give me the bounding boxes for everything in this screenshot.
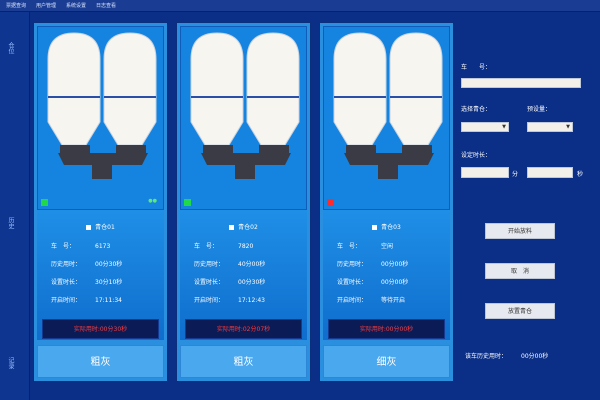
set-time-label: 设定时长： <box>461 152 492 159</box>
silo-label: 青仓01 <box>95 224 115 231</box>
info-row-start: 开启时间： 17:11:34 <box>51 297 122 304</box>
twin-silo-icon <box>333 32 443 179</box>
silo-panel-2: 青仓02 车 号： 7820 历史用时： 40分00秒 设置时长： 00分30秒 开启… <box>176 22 311 382</box>
minutes-unit: 分 <box>512 171 519 178</box>
left-nav-item-1[interactable]: 仓位 <box>6 42 15 54</box>
twin-silo-icon <box>47 32 157 179</box>
seconds-unit: 秒 <box>577 171 584 178</box>
menu-bar: 票据查询 用户管理 系统设置 日志查看 <box>0 0 600 12</box>
actual-time-alert: 实际用时:00分00秒 <box>328 319 445 339</box>
checkbox-icon[interactable] <box>372 225 378 230</box>
info-row-car: 车 号： 7820 <box>194 243 254 250</box>
info-row-history: 历史用时： 00分00秒 <box>337 261 409 268</box>
silo-label: 青仓02 <box>238 224 258 231</box>
place-silo-button[interactable]: 放置青仓 <box>485 303 555 319</box>
twin-silo-icon <box>190 32 300 179</box>
menu-item-1[interactable]: 票据查询 <box>6 2 26 9</box>
minutes-input[interactable] <box>461 167 509 178</box>
menu-item-4[interactable]: 日志查看 <box>96 2 116 9</box>
material-label: 粗灰 <box>180 345 307 378</box>
cancel-button[interactable]: 取 消 <box>485 263 555 279</box>
info-row-start: 开启时间： 等待开启 <box>337 297 406 304</box>
silo-label: 青仓03 <box>381 224 401 231</box>
start-discharge-button[interactable]: 开始放料 <box>485 223 555 239</box>
menu-item-2[interactable]: 用户管理 <box>36 2 56 9</box>
silo-info-box: 青仓02 车 号： 7820 历史用时： 40分00秒 设置时长： 00分30秒 开启… <box>180 210 307 340</box>
info-row-car: 车 号： 6173 <box>51 243 111 250</box>
silo-graphic-box <box>323 26 450 210</box>
preset-label: 预设量： <box>527 106 552 113</box>
control-panel: 车 号： 选择青仓： 预设量： 设定时长： 分 秒 开始放料 取 消 放置青仓 … <box>451 52 591 372</box>
info-row-setting: 设置时长： 30分10秒 <box>51 279 123 286</box>
silo-panel-1: ●● 青仓01 车 号： 6173 历史用时： 00分30秒 设置时长： 30分10秒… <box>33 22 168 382</box>
info-row-history: 历史用时： 40分00秒 <box>194 261 266 268</box>
material-label: 细灰 <box>323 345 450 378</box>
left-nav: 仓位 历史 记录 <box>0 12 30 400</box>
left-nav-item-3[interactable]: 记录 <box>6 357 15 369</box>
silo-selector[interactable]: 青仓03 <box>323 222 450 231</box>
seconds-input[interactable] <box>527 167 573 178</box>
status-indicator <box>327 199 334 206</box>
select-silo-label: 选择青仓： <box>461 106 492 113</box>
silo-graphic-box: ●● <box>37 26 164 210</box>
silo-info-box: 青仓01 车 号： 6173 历史用时： 00分30秒 设置时长： 30分10秒 开启… <box>37 210 164 340</box>
checkbox-icon[interactable] <box>86 225 92 230</box>
info-row-car: 车 号： 空闲 <box>337 243 394 250</box>
car-number-label: 车 号： <box>461 64 492 71</box>
silo-selector[interactable]: 青仓01 <box>37 222 164 231</box>
checkbox-icon[interactable] <box>229 225 235 230</box>
silo-info-box: 青仓03 车 号： 空闲 历史用时： 00分00秒 设置时长： 00分00秒 开启时间… <box>323 210 450 340</box>
info-row-setting: 设置时长： 00分30秒 <box>194 279 266 286</box>
silo-graphic-box <box>180 26 307 210</box>
silo-selector[interactable]: 青仓02 <box>180 222 307 231</box>
history-label: 该车历史用时： <box>465 353 508 360</box>
material-label: 粗灰 <box>37 345 164 378</box>
status-text: ●● <box>148 198 157 204</box>
status-indicator <box>184 199 191 206</box>
preset-dropdown[interactable] <box>527 122 573 132</box>
actual-time-alert: 实际用时:00分30秒 <box>42 319 159 339</box>
silo-panel-3: 青仓03 车 号： 空闲 历史用时： 00分00秒 设置时长： 00分00秒 开启时间… <box>319 22 454 382</box>
car-number-input[interactable] <box>461 78 581 88</box>
info-row-history: 历史用时： 00分30秒 <box>51 261 123 268</box>
left-nav-item-2[interactable]: 历史 <box>6 217 15 229</box>
actual-time-alert: 实际用时:02分07秒 <box>185 319 302 339</box>
status-indicator <box>41 199 48 206</box>
info-row-setting: 设置时长： 00分00秒 <box>337 279 409 286</box>
history-value: 00分00秒 <box>521 353 549 360</box>
silo-dropdown[interactable] <box>461 122 509 132</box>
info-row-start: 开启时间： 17:12:43 <box>194 297 265 304</box>
menu-item-3[interactable]: 系统设置 <box>66 2 86 9</box>
